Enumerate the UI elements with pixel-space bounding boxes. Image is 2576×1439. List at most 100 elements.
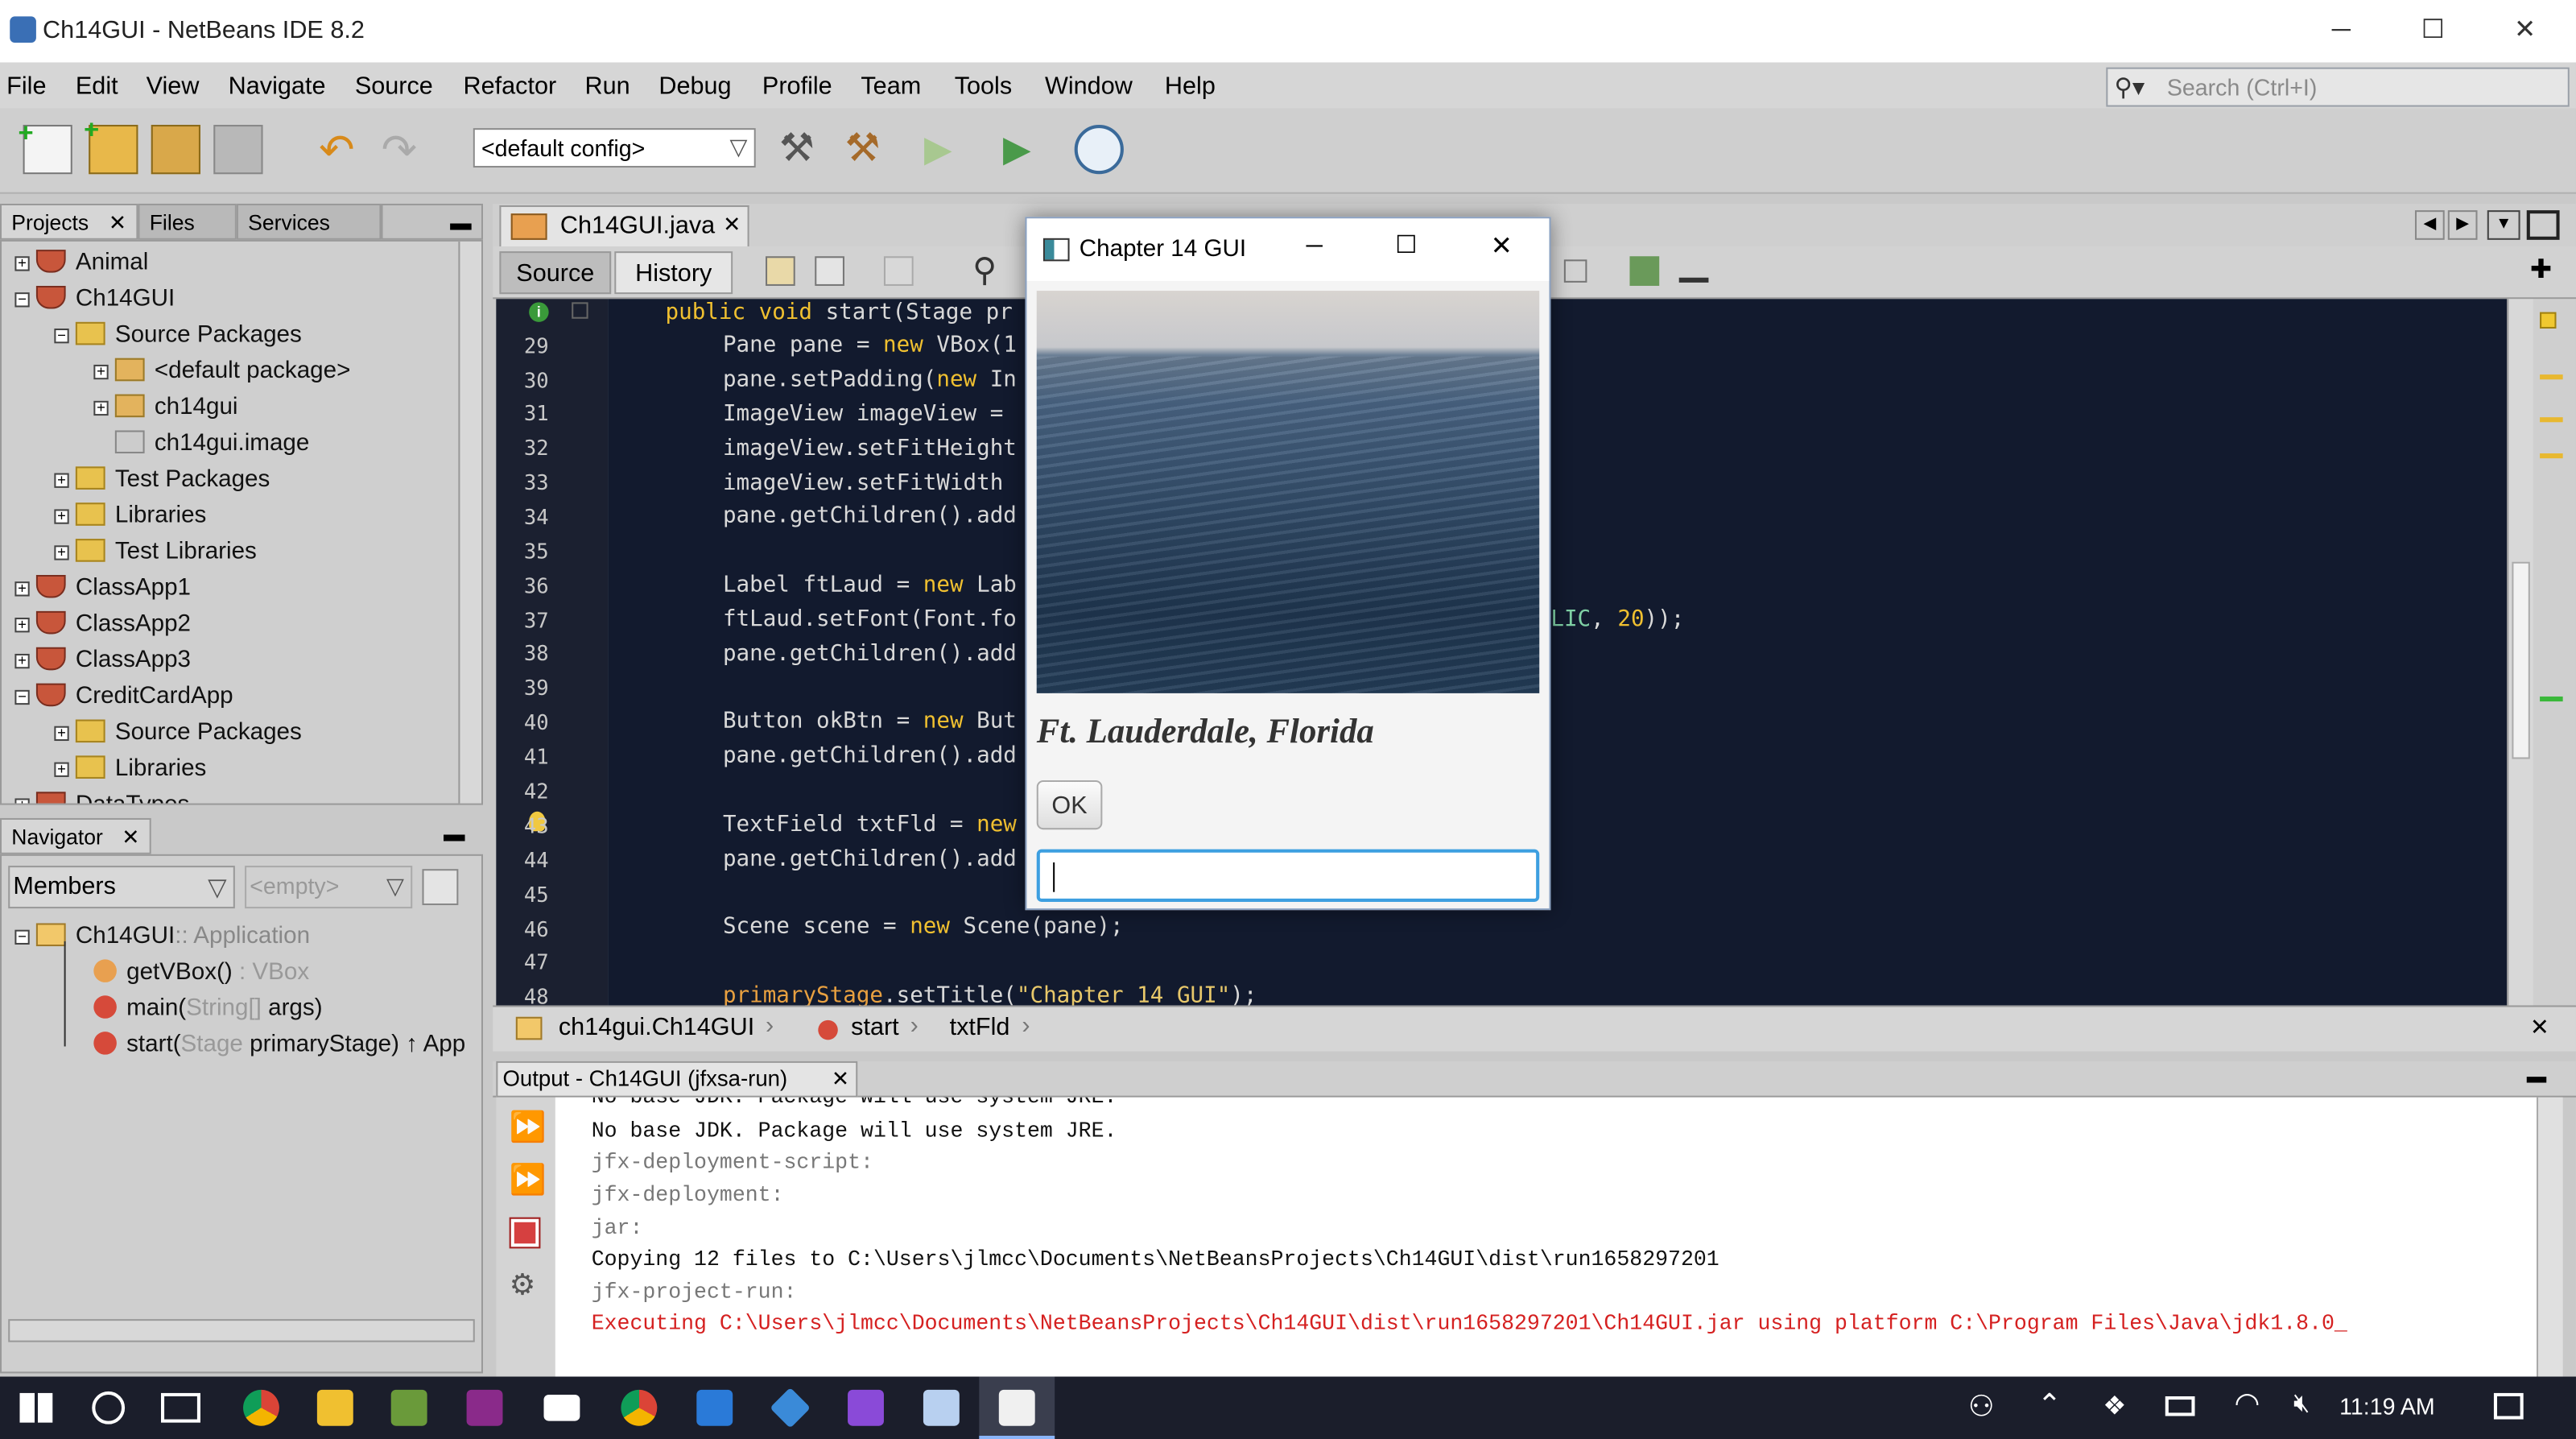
- tree-item[interactable]: + ch14gui: [93, 389, 238, 425]
- tree-item[interactable]: − Source Packages: [54, 317, 302, 354]
- clock[interactable]: 11:19 AM: [2339, 1393, 2435, 1420]
- onenote-icon[interactable]: [466, 1389, 503, 1426]
- tool-icon[interactable]: [1678, 263, 1709, 283]
- tab-navigator[interactable]: Navigator ✕: [0, 817, 151, 854]
- navigator-member[interactable]: start(Stage primaryStage) ↑ App: [93, 1027, 465, 1063]
- dropbox-icon[interactable]: ❖: [2103, 1390, 2126, 1423]
- tree-item[interactable]: + Source Packages: [54, 714, 302, 751]
- close-icon[interactable]: ✕: [2530, 1014, 2549, 1042]
- minimize-button[interactable]: ─: [2303, 10, 2379, 52]
- menu-view[interactable]: View: [147, 72, 200, 101]
- mail-icon[interactable]: [543, 1394, 580, 1421]
- output-scrollbar[interactable]: [2536, 1097, 2563, 1377]
- open-project-icon[interactable]: [151, 125, 200, 175]
- close-button[interactable]: ✕: [2487, 10, 2563, 52]
- menu-tools[interactable]: Tools: [955, 72, 1012, 101]
- code-editor[interactable]: public void start(Stage pr Pane pane = n…: [608, 299, 2508, 1006]
- maximize-button[interactable]: ☐: [2395, 10, 2471, 52]
- tree-item[interactable]: + ClassApp3: [14, 643, 191, 679]
- scroll-left-icon[interactable]: ◀: [2414, 210, 2445, 240]
- windows-start-icon[interactable]: [19, 1392, 53, 1423]
- tree-item[interactable]: + Libraries: [54, 751, 206, 787]
- run-icon[interactable]: ▶: [914, 125, 963, 174]
- task-view-icon[interactable]: [160, 1392, 200, 1423]
- cortana-icon[interactable]: [92, 1391, 126, 1425]
- tab-list-icon[interactable]: ▼: [2487, 210, 2520, 240]
- horizontal-scrollbar[interactable]: [8, 1319, 475, 1342]
- menu-source[interactable]: Source: [355, 72, 433, 101]
- members-filter-select[interactable]: Members ▽: [8, 866, 235, 909]
- editor-scrollbar[interactable]: [2507, 299, 2533, 1006]
- ok-button[interactable]: OK: [1036, 780, 1103, 830]
- tree-item[interactable]: +DataTypes: [14, 787, 189, 804]
- save-all-icon[interactable]: [213, 125, 263, 175]
- profile-icon[interactable]: [1074, 125, 1124, 175]
- config-select[interactable]: <default config> ▽: [473, 128, 756, 168]
- menu-profile[interactable]: Profile: [762, 72, 832, 101]
- notepad-icon[interactable]: [390, 1389, 427, 1426]
- maximize-editor-icon[interactable]: [2526, 210, 2560, 240]
- popup-minimize-button[interactable]: ─: [1290, 232, 1339, 258]
- undo-icon[interactable]: ↶: [312, 125, 361, 174]
- tab-source[interactable]: Source: [499, 251, 612, 295]
- tree-item[interactable]: + Libraries: [54, 498, 206, 534]
- tool-icon[interactable]: [883, 256, 914, 286]
- volume-mute-icon[interactable]: 🔇︎: [2293, 1390, 2310, 1420]
- build-icon[interactable]: ⚒: [772, 125, 821, 174]
- navigator-member[interactable]: main(String[] args): [93, 990, 323, 1027]
- new-project-icon[interactable]: +: [84, 117, 138, 175]
- navigator-options-icon[interactable]: [422, 869, 459, 906]
- menu-debug[interactable]: Debug: [658, 72, 731, 101]
- tree-item[interactable]: + ClassApp2: [14, 606, 191, 643]
- tab-files[interactable]: Files: [138, 203, 237, 240]
- tab-history[interactable]: History: [614, 251, 733, 295]
- find-icon[interactable]: ⚲: [972, 250, 997, 291]
- breadcrumb-method[interactable]: start: [851, 1014, 899, 1042]
- clean-build-icon[interactable]: ⚒: [838, 125, 887, 174]
- tool-icon[interactable]: [766, 256, 795, 286]
- menu-help[interactable]: Help: [1165, 72, 1216, 101]
- menu-refactor[interactable]: Refactor: [464, 72, 557, 101]
- settings-icon[interactable]: ⚙: [510, 1268, 536, 1303]
- netbeans-icon[interactable]: [923, 1389, 960, 1426]
- wifi-icon[interactable]: ◠: [2234, 1387, 2260, 1421]
- minimize-panel-icon[interactable]: ▬: [444, 821, 465, 846]
- text-field[interactable]: [1036, 849, 1540, 902]
- menu-team[interactable]: Team: [861, 72, 921, 101]
- app-icon[interactable]: [696, 1389, 733, 1426]
- minimize-panel-icon[interactable]: ▬: [381, 203, 483, 240]
- tool-icon[interactable]: [1563, 259, 1587, 283]
- twitch-icon[interactable]: [848, 1389, 884, 1426]
- notifications-icon[interactable]: [2493, 1392, 2524, 1420]
- menu-navigate[interactable]: Navigate: [229, 72, 326, 101]
- chrome-icon[interactable]: [621, 1389, 658, 1426]
- tree-item[interactable]: + ClassApp1: [14, 570, 191, 606]
- menu-run[interactable]: Run: [585, 72, 630, 101]
- menu-edit[interactable]: Edit: [76, 72, 118, 101]
- chevron-up-icon[interactable]: ⌃: [2037, 1388, 2062, 1423]
- scroll-thumb[interactable]: [2512, 561, 2530, 759]
- tree-item[interactable]: − CreditCardApp: [14, 679, 233, 715]
- close-icon[interactable]: ✕: [723, 212, 741, 238]
- close-icon[interactable]: ✕: [832, 1063, 849, 1096]
- close-icon[interactable]: ✕: [109, 205, 126, 242]
- breadcrumb-field[interactable]: txtFld: [950, 1014, 1010, 1042]
- tab-services[interactable]: Services: [236, 203, 382, 240]
- rerun-with-params-icon[interactable]: ⏩: [510, 1163, 547, 1197]
- menu-window[interactable]: Window: [1045, 72, 1133, 101]
- menu-file[interactable]: File: [6, 72, 46, 101]
- battery-icon[interactable]: [2165, 1396, 2195, 1416]
- fold-icon[interactable]: [572, 302, 588, 319]
- navigator-root[interactable]: − Ch14GUI:: Application: [14, 918, 310, 954]
- tree-item[interactable]: ch14gui.image: [114, 425, 309, 461]
- debug-icon[interactable]: ▶: [993, 125, 1042, 174]
- navigator-member[interactable]: getVBox() : VBox: [93, 954, 309, 990]
- tree-item[interactable]: + <default package>: [93, 354, 350, 390]
- minimize-panel-icon[interactable]: ▬: [2527, 1065, 2546, 1088]
- tool-icon[interactable]: [1629, 256, 1660, 286]
- split-icon[interactable]: ✚: [2530, 253, 2552, 286]
- people-icon[interactable]: ⚇: [1968, 1390, 1995, 1425]
- tab-output[interactable]: Output - Ch14GUI (jfxsa-run) ✕: [496, 1061, 858, 1098]
- tree-scrollbar[interactable]: [458, 241, 481, 804]
- java-icon[interactable]: [998, 1389, 1035, 1426]
